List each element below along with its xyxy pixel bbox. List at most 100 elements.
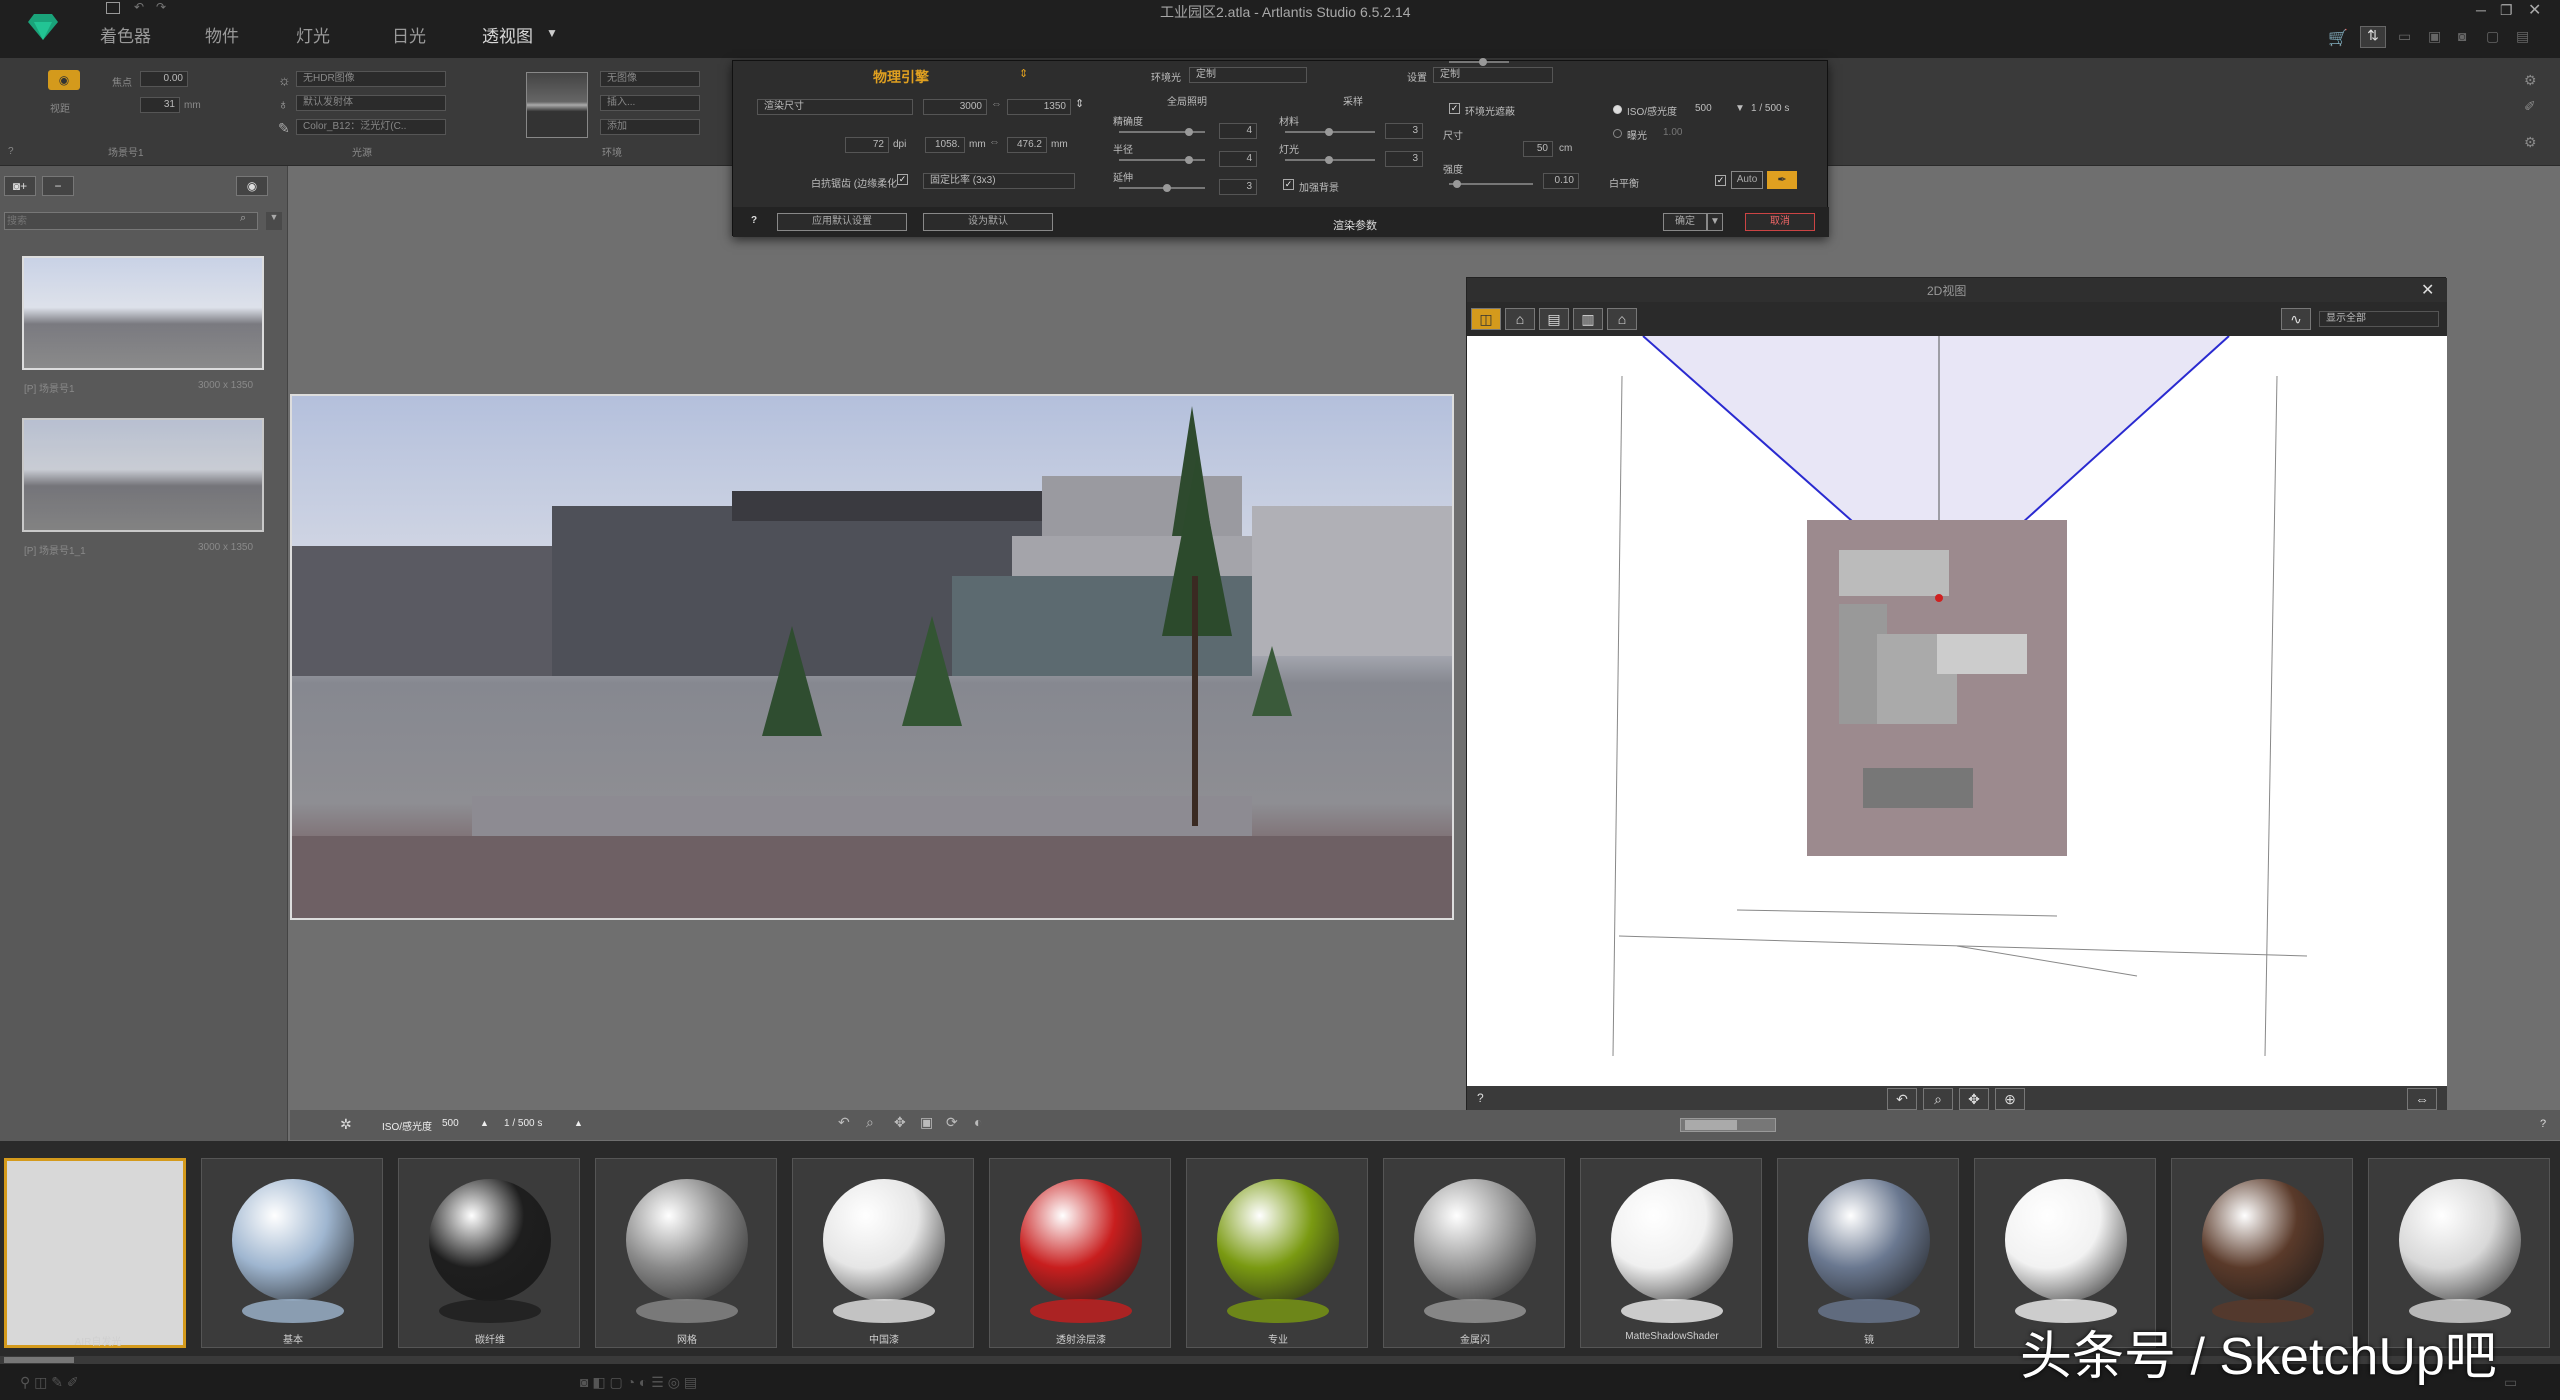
smooth-knob[interactable] — [1163, 184, 1171, 192]
menu-heliodons[interactable]: 日光 — [392, 22, 426, 47]
radius-field[interactable]: 4 — [1219, 151, 1257, 167]
2d-view-close-icon[interactable]: ✕ — [2421, 280, 2434, 300]
settings-icon[interactable]: ⚙ — [2524, 72, 2537, 89]
home-view-icon[interactable]: ⌂ — [1607, 308, 1637, 330]
wb-checkbox[interactable]: ✓ — [1715, 175, 1726, 186]
redo-icon[interactable]: ↷ — [156, 0, 166, 14]
pen-icon[interactable]: ✐ — [2524, 98, 2536, 115]
ao-checkbox[interactable]: ✓ — [1449, 103, 1460, 114]
ratio-dropdown[interactable]: 固定比率 (3x3) — [923, 173, 1075, 189]
menu-shaders[interactable]: 着色器 — [100, 22, 151, 47]
smooth-slider[interactable] — [1119, 184, 1205, 192]
cancel-button[interactable]: 取消 — [1745, 213, 1815, 231]
navigate-icon[interactable]: ⇔ — [2407, 1088, 2437, 1110]
eye-icon[interactable]: ◉ — [48, 70, 80, 90]
precision-field[interactable]: 4 — [1219, 123, 1257, 139]
view-thumbnail-1[interactable] — [22, 256, 264, 370]
shutter-stepper-icon[interactable]: ▲ — [574, 1118, 583, 1128]
minimize-icon[interactable]: ─ — [2476, 2, 2486, 18]
intensity-field[interactable]: 0.10 — [1543, 173, 1579, 189]
env-light-dropdown[interactable]: 定制 — [1189, 67, 1307, 83]
shutter-value[interactable]: 1 / 500 s — [1751, 103, 1789, 114]
iso-stepper-icon[interactable]: ▲ — [480, 1118, 489, 1128]
sun-icon[interactable]: ☼ — [278, 72, 291, 88]
pan-icon[interactable]: ✥ — [1959, 1088, 1989, 1110]
dpi-field[interactable]: 72 — [845, 137, 889, 153]
view-thumbnail-2[interactable] — [22, 418, 264, 532]
zoom-extents-icon[interactable]: ⊕ — [1995, 1088, 2025, 1110]
app-logo-icon[interactable] — [26, 12, 60, 42]
link-icon-2[interactable]: ⇔ — [989, 136, 1000, 148]
iso-radio[interactable] — [1613, 105, 1622, 114]
material-tile[interactable]: 碳纤维 — [398, 1158, 580, 1348]
brush-icon[interactable]: ✎ — [278, 120, 290, 137]
link-icon[interactable]: ⇔ — [991, 98, 1002, 110]
radius-knob[interactable] — [1185, 156, 1193, 164]
sync-icon[interactable]: ∿ — [2281, 308, 2311, 330]
nav-zoom-icon[interactable]: ⌕ — [866, 1114, 874, 1131]
distance-field[interactable]: 31 — [140, 97, 180, 113]
catalog-category-icons[interactable]: ◙ ◧ ▢ ◔ ◐ ☰ ◎ ▤ — [580, 1374, 697, 1391]
front-view-icon[interactable]: ▤ — [1539, 308, 1569, 330]
ok-button[interactable]: 确定 — [1663, 213, 1707, 231]
catalog-scroll-thumb[interactable] — [4, 1357, 74, 1363]
nav-undo-icon[interactable]: ↶ — [838, 1114, 850, 1131]
render-settings-icon[interactable]: ✲ — [340, 1116, 352, 1133]
material-tile[interactable]: AIR自发光 — [4, 1158, 186, 1348]
size-stepper-icon[interactable]: ⇕ — [1075, 97, 1084, 110]
lamp-icon[interactable]: ♁ — [278, 96, 289, 112]
accel-checkbox[interactable]: ✓ — [1283, 179, 1294, 190]
precision-slider[interactable] — [1119, 128, 1205, 136]
light-knob[interactable] — [1325, 156, 1333, 164]
split-view-icon[interactable]: ◫ — [1471, 308, 1501, 330]
chevron-down-icon[interactable]: ▼ — [546, 26, 558, 40]
nav-info-icon[interactable]: ◐ — [974, 1114, 982, 1130]
2d-canvas[interactable] — [1467, 335, 2447, 1086]
restore-icon[interactable]: ❐ — [2500, 2, 2513, 19]
precision-knob[interactable] — [1185, 128, 1193, 136]
material-slider[interactable] — [1285, 128, 1375, 136]
material-tile[interactable]: 网格 — [595, 1158, 777, 1348]
exposure-value[interactable]: 1.00 — [1663, 127, 1682, 138]
wb-auto-button[interactable]: Auto — [1731, 171, 1763, 189]
camera-icon[interactable]: ◙ — [2458, 28, 2466, 44]
save-icon[interactable] — [106, 2, 120, 14]
exposure-radio[interactable] — [1613, 129, 1622, 138]
eyedropper-icon[interactable]: ✒ — [1767, 171, 1797, 189]
zoom-slider[interactable] — [1680, 1118, 1776, 1132]
menu-objects[interactable]: 物件 — [205, 22, 239, 47]
light-list-dropdown[interactable]: Color_B12：泛光灯(C.. — [296, 119, 446, 135]
ao-size-slider[interactable] — [1449, 58, 1509, 66]
status-help-icon[interactable]: ? — [2540, 1118, 2546, 1130]
ao-size-field[interactable]: 50 — [1523, 141, 1553, 157]
ok-dropdown-icon[interactable]: ▼ — [1707, 213, 1723, 231]
material-tile[interactable]: 镜 — [1777, 1158, 1959, 1348]
radius-slider[interactable] — [1119, 156, 1205, 164]
dialog-help-icon[interactable]: ? — [751, 215, 757, 226]
nav-fit-icon[interactable]: ▣ — [920, 1114, 933, 1131]
material-tile[interactable]: 中国漆 — [792, 1158, 974, 1348]
height-field[interactable]: 1350 — [1007, 99, 1071, 115]
help-icon[interactable]: ? — [8, 146, 14, 157]
set-default-button[interactable]: 设为默认 — [923, 213, 1053, 231]
material-tile[interactable]: 透射涂层漆 — [989, 1158, 1171, 1348]
env-insert-dropdown[interactable]: 插入... — [600, 95, 700, 111]
material-field[interactable]: 3 — [1385, 123, 1423, 139]
visibility-icon[interactable]: ◉ — [236, 176, 268, 196]
remove-view-icon[interactable]: − — [42, 176, 74, 196]
gear-icon[interactable]: ⚙ — [2524, 134, 2537, 151]
side-view-icon[interactable]: ▥ — [1573, 308, 1603, 330]
search-input[interactable] — [4, 212, 258, 230]
apply-default-button[interactable]: 应用默认设置 — [777, 213, 907, 231]
material-tile[interactable]: MatteShadowShader — [1580, 1158, 1762, 1348]
iso-value[interactable]: 500 — [1695, 103, 1712, 114]
emitter-dropdown[interactable]: 默认发射体 — [296, 95, 446, 111]
window-icon[interactable]: ▤ — [2516, 28, 2529, 45]
nav-refresh-icon[interactable]: ⟳ — [946, 1114, 958, 1131]
material-tile[interactable]: 基本 — [201, 1158, 383, 1348]
filter-icon[interactable]: ▼ — [266, 212, 282, 230]
settings-dropdown[interactable]: 定制 — [1433, 67, 1553, 83]
undo-view-icon[interactable]: ↶ — [1887, 1088, 1917, 1110]
env-add-dropdown[interactable]: 添加 — [600, 119, 700, 135]
close-icon[interactable]: ✕ — [2528, 0, 2541, 20]
